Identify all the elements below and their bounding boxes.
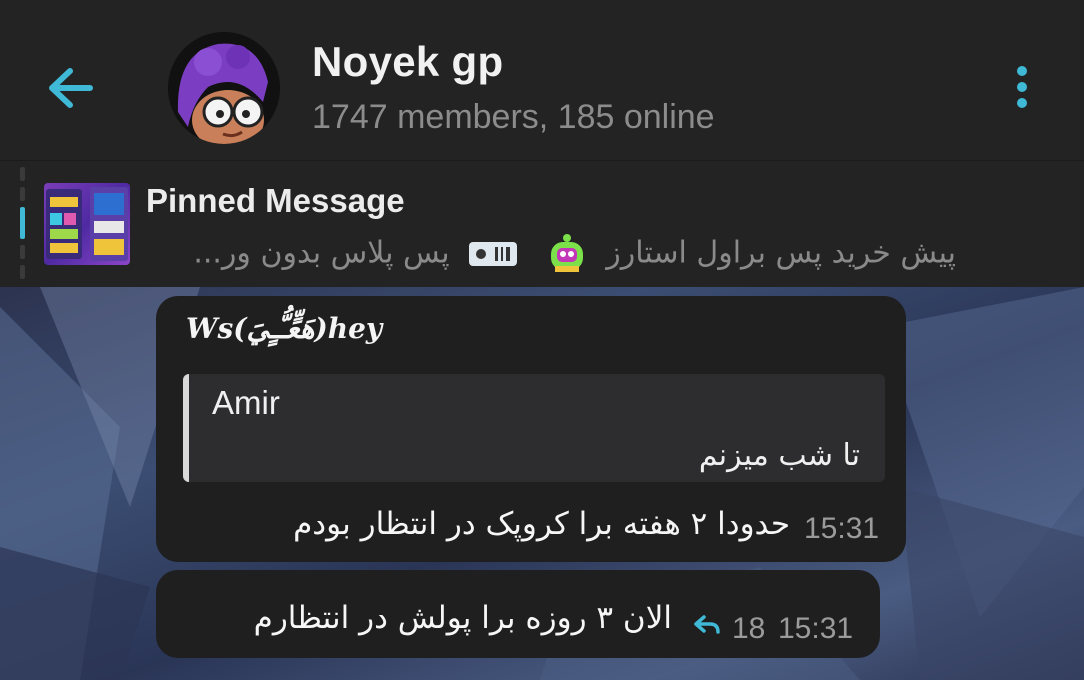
message-text: حدودا ۲ هفته برا کروپک در انتظار بودم <box>293 506 790 542</box>
reply-author: Amir <box>212 384 280 421</box>
more-vertical-icon <box>1017 66 1027 108</box>
pinned-preview-text: پیش خرید پس براول استارز پس پلاس بدون ور… <box>146 232 956 276</box>
pinned-title: Pinned Message <box>146 182 405 219</box>
reply-icon <box>694 615 720 634</box>
more-options-button[interactable] <box>1000 62 1044 112</box>
reply-count-value: 18 <box>732 612 766 645</box>
message-time: 15:31 <box>804 512 880 545</box>
message-time: 15:31 <box>778 612 854 645</box>
back-button[interactable] <box>40 58 104 118</box>
group-avatar[interactable] <box>168 32 280 144</box>
arrow-left-icon <box>49 68 93 108</box>
pinned-thumbnail <box>44 183 130 265</box>
chat-subtitle: 1747 members, 185 online <box>312 98 715 136</box>
pinned-preview-tail: پس پلاس بدون ور... <box>193 235 450 271</box>
ticket-emoji-icon <box>467 238 519 270</box>
chat-title[interactable]: Noyek gp <box>312 38 503 86</box>
pinned-thumbnail-image <box>46 187 128 261</box>
reply-count[interactable] <box>692 612 722 638</box>
chat-header: Noyek gp 1747 members, 185 online <box>0 0 1084 160</box>
avatar-image <box>168 32 280 144</box>
sender-name[interactable]: Ws(هَعٍّـُّـٍيَ)𝒉𝒆𝒚 <box>186 312 382 345</box>
pinned-indicator <box>20 167 25 279</box>
pinned-preview-main: پیش خرید پس براول استارز <box>606 235 956 271</box>
message-text: الان ۳ روزه برا پولش در انتظارم <box>253 600 672 636</box>
robot-emoji-icon <box>545 232 589 276</box>
reply-text: تا شب میزنم <box>698 438 860 473</box>
